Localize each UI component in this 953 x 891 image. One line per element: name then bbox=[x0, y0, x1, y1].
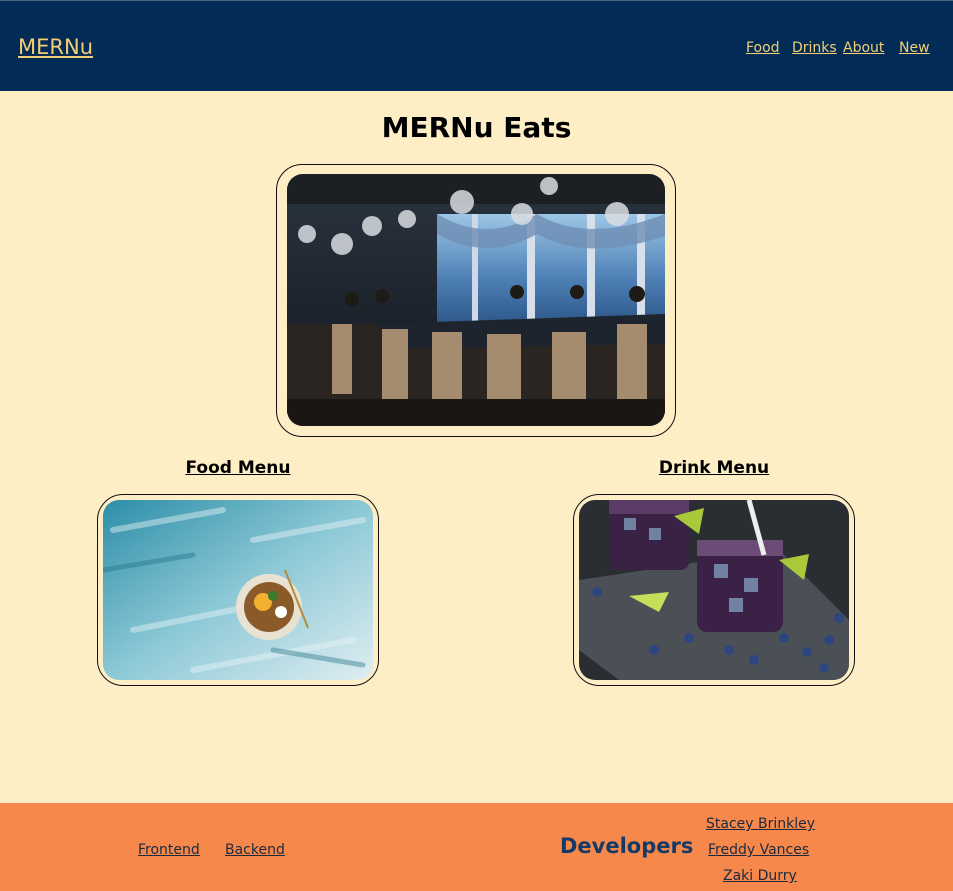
nav-link-drinks[interactable]: Drinks bbox=[792, 40, 837, 56]
footer-link-frontend[interactable]: Frontend bbox=[138, 842, 200, 858]
nav-link-new[interactable]: New bbox=[899, 40, 930, 56]
drink-cocktail-image[interactable] bbox=[579, 500, 849, 680]
brand-link[interactable]: MERNu bbox=[18, 35, 93, 59]
restaurant-interior-image bbox=[287, 174, 665, 426]
footer: Frontend Backend Developers Stacey Brink… bbox=[0, 803, 953, 891]
navbar: MERNu Food Drinks About New bbox=[0, 0, 953, 91]
developer-link-zaki-durry[interactable]: Zaki Durry bbox=[723, 868, 797, 884]
developers-heading: Developers bbox=[560, 834, 694, 858]
food-menu-heading[interactable]: Food Menu bbox=[98, 458, 378, 478]
developer-link-freddy-vances[interactable]: Freddy Vances bbox=[708, 842, 809, 858]
footer-link-backend[interactable]: Backend bbox=[225, 842, 285, 858]
nav-link-about[interactable]: About bbox=[843, 40, 884, 56]
nav-link-food[interactable]: Food bbox=[746, 40, 780, 56]
developer-link-stacey-brinkley[interactable]: Stacey Brinkley bbox=[706, 816, 815, 832]
food-dish-image[interactable] bbox=[103, 500, 373, 680]
drink-menu-heading[interactable]: Drink Menu bbox=[574, 458, 854, 478]
page-title: MERNu Eats bbox=[381, 111, 572, 144]
